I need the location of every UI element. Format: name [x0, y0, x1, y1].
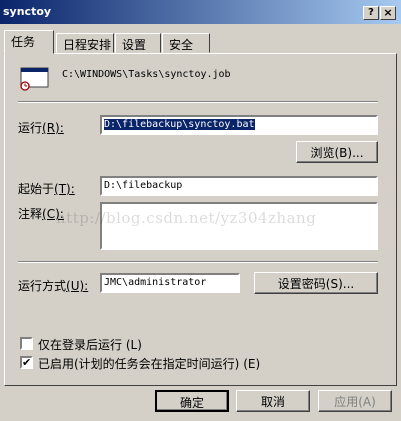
cancel-button[interactable]: 取消	[236, 390, 310, 412]
only-logged-on-label-text: 仅在登录后运行	[38, 338, 123, 352]
tab-schedule[interactable]: 日程安排	[56, 33, 114, 53]
start-in-label: 起始于(T):	[18, 180, 75, 197]
start-in-input-value: D:\filebackup	[104, 180, 183, 191]
browse-button[interactable]: 浏览(B)...	[296, 141, 378, 163]
apply-button[interactable]: 应用(A)	[318, 390, 392, 412]
ok-button[interactable]: 确定	[155, 390, 229, 412]
run-input-value: D:\filebackup\synctoy.bat	[104, 119, 255, 130]
set-password-button[interactable]: 设置密码(S)...	[254, 272, 378, 294]
apply-button-label: 应用	[334, 395, 359, 409]
run-input[interactable]: D:\filebackup\synctoy.bat	[100, 115, 378, 135]
run-as-label-text: 运行方式	[18, 279, 67, 293]
tab-settings[interactable]: 设置	[115, 33, 161, 53]
job-path: C:\WINDOWS\Tasks\synctoy.job	[62, 69, 231, 80]
separator	[18, 101, 378, 103]
enabled-label-hotkey: (E)	[243, 357, 261, 371]
run-as-label-hotkey: (U):	[66, 279, 89, 293]
only-logged-on-label[interactable]: 仅在登录后运行 (L)	[38, 336, 142, 353]
enabled-checkbox[interactable]: ✔	[20, 356, 33, 369]
start-in-label-hotkey: (T):	[54, 182, 75, 196]
browse-button-label: 浏览	[310, 146, 335, 160]
enabled-label[interactable]: 已启用(计划的任务会在指定时间运行) (E)	[38, 355, 260, 372]
run-label-hotkey: (R):	[42, 121, 64, 135]
title-bar	[0, 0, 401, 24]
separator	[18, 261, 378, 263]
cancel-button-label: 取消	[260, 395, 285, 409]
set-password-button-hotkey: (S)...	[325, 277, 355, 291]
only-logged-on-label-hotkey: (L)	[125, 338, 142, 352]
start-in-label-text: 起始于	[18, 182, 55, 196]
browse-button-hotkey: (B)...	[334, 146, 364, 160]
set-password-button-label: 设置密码	[277, 277, 326, 291]
help-button[interactable]: ?	[363, 6, 379, 20]
run-label-text: 运行	[18, 121, 43, 135]
run-as-label: 运行方式(U):	[18, 277, 88, 294]
ok-button-label: 确定	[179, 396, 204, 410]
window-title: synctoy	[3, 5, 52, 18]
comment-label-text: 注释	[18, 207, 43, 221]
watermark: http://blog.csdn.net/yz304zhang	[56, 209, 317, 227]
run-as-input[interactable]: JMC\administrator	[100, 273, 240, 293]
tab-task[interactable]: 任务	[4, 30, 54, 54]
start-in-input[interactable]: D:\filebackup	[100, 176, 378, 196]
run-label: 运行(R):	[18, 119, 64, 136]
run-as-input-value: JMC\administrator	[104, 277, 207, 288]
tab-security[interactable]: 安全	[162, 33, 210, 53]
only-logged-on-checkbox[interactable]	[20, 337, 33, 350]
apply-button-hotkey: (A)	[358, 395, 376, 409]
scheduled-task-icon	[20, 67, 50, 91]
close-button[interactable]: ×	[380, 6, 396, 20]
enabled-label-text: 已启用(计划的任务会在指定时间运行)	[38, 357, 240, 371]
